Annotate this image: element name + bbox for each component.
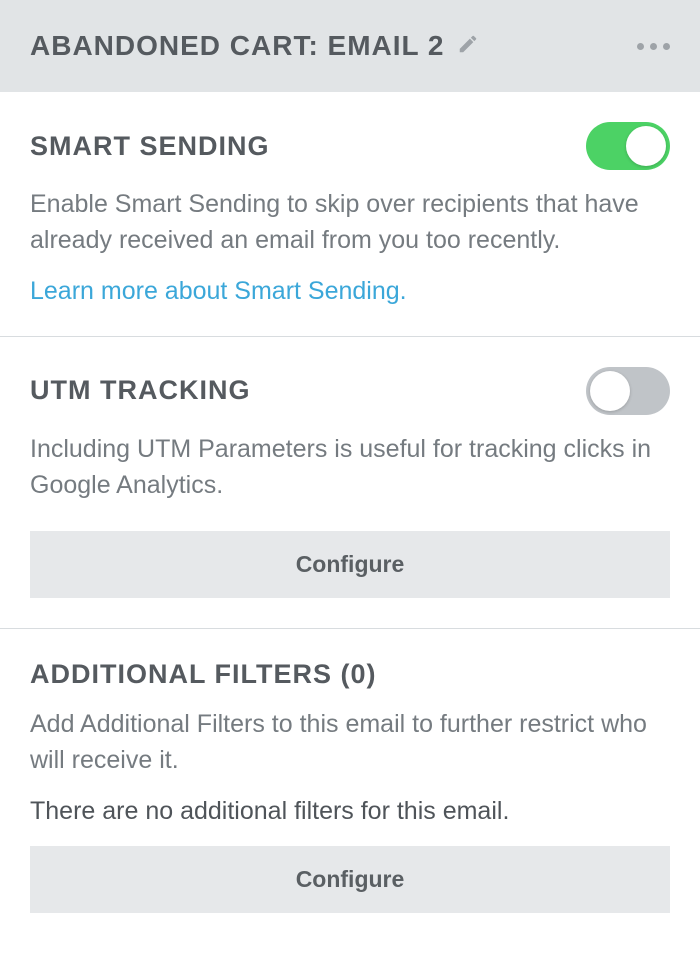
- learn-more-link[interactable]: Learn more about Smart Sending.: [30, 277, 407, 306]
- section-title: ADDITIONAL FILTERS (0): [30, 659, 377, 690]
- section-header: SMART SENDING: [30, 122, 670, 170]
- toggle-knob: [590, 371, 630, 411]
- configure-utm-button[interactable]: Configure: [30, 531, 670, 598]
- section-title: UTM TRACKING: [30, 375, 250, 406]
- panel-header: ABANDONED CART: EMAIL 2: [0, 0, 700, 92]
- utm-tracking-section: UTM TRACKING Including UTM Parameters is…: [0, 337, 700, 630]
- section-title: SMART SENDING: [30, 131, 270, 162]
- section-header: ADDITIONAL FILTERS (0): [30, 659, 670, 690]
- section-description: Add Additional Filters to this email to …: [30, 706, 670, 779]
- section-description: Enable Smart Sending to skip over recipi…: [30, 186, 670, 259]
- smart-sending-section: SMART SENDING Enable Smart Sending to sk…: [0, 92, 700, 337]
- email-settings-panel: ABANDONED CART: EMAIL 2 SMART SENDING En…: [0, 0, 700, 943]
- header-left: ABANDONED CART: EMAIL 2: [30, 30, 479, 62]
- section-description: Including UTM Parameters is useful for t…: [30, 431, 670, 504]
- section-header: UTM TRACKING: [30, 367, 670, 415]
- configure-filters-button[interactable]: Configure: [30, 846, 670, 913]
- pencil-icon[interactable]: [457, 33, 479, 60]
- page-title: ABANDONED CART: EMAIL 2: [30, 30, 445, 62]
- smart-sending-toggle[interactable]: [586, 122, 670, 170]
- more-options-icon[interactable]: [637, 43, 670, 50]
- toggle-knob: [626, 126, 666, 166]
- additional-filters-section: ADDITIONAL FILTERS (0) Add Additional Fi…: [0, 629, 700, 943]
- utm-tracking-toggle[interactable]: [586, 367, 670, 415]
- empty-filters-message: There are no additional filters for this…: [30, 797, 670, 826]
